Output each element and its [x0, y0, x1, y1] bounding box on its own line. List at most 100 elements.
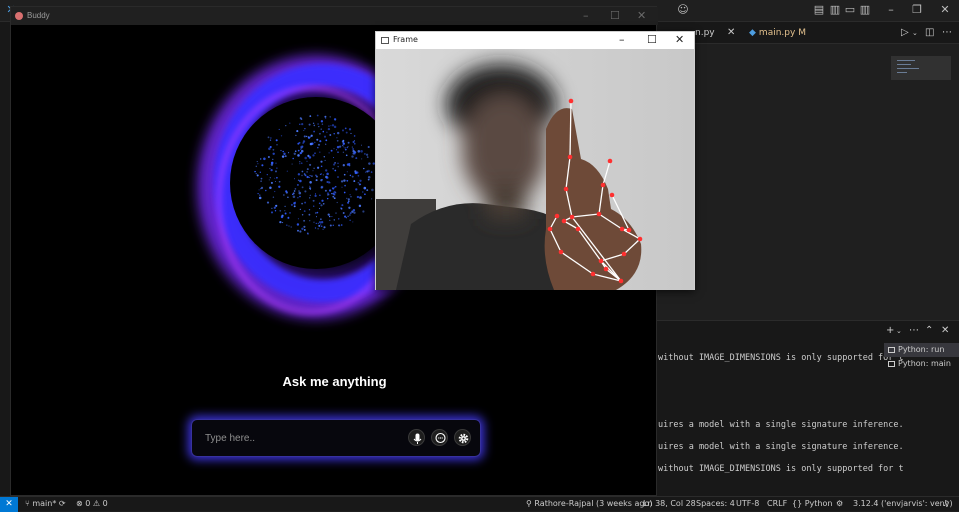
particle-dot [347, 146, 349, 148]
particle-dot [285, 224, 288, 227]
particle-dot [309, 185, 311, 187]
git-blame-status[interactable]: ⚲ Rathore-Rajpal (3 weeks ago) [526, 499, 652, 509]
particle-dot [303, 135, 306, 138]
particle-dot [300, 148, 302, 150]
particle-dot [307, 233, 309, 235]
chat-input-box [191, 419, 481, 457]
particle-dot [351, 155, 354, 158]
restore-icon[interactable]: ❐ [910, 4, 924, 16]
particle-dot [334, 169, 337, 172]
particle-dot [314, 227, 317, 229]
close-icon[interactable]: ✕ [938, 4, 952, 16]
particle-dot [270, 211, 274, 214]
particle-dot [340, 208, 343, 210]
minimap[interactable] [891, 56, 951, 80]
terminal-item-python-main[interactable]: Python: main [884, 357, 959, 371]
particle-dot [274, 177, 276, 179]
split-editor-icon[interactable]: ◫ [925, 22, 934, 44]
particle-dot [309, 174, 311, 177]
particle-dot [255, 165, 258, 168]
toggle-secondary-sidebar-icon[interactable]: ▥ [858, 4, 872, 16]
particle-dot [258, 196, 262, 200]
particle-dot [303, 219, 306, 222]
settings-icon [458, 433, 469, 444]
particle-dot [320, 173, 323, 175]
editor-area[interactable] [657, 45, 959, 320]
particle-dot [257, 163, 259, 165]
maximize-icon[interactable]: ☐ [647, 33, 657, 46]
minimize-icon[interactable]: – [884, 4, 898, 16]
microphone-button[interactable] [408, 429, 425, 446]
particle-dot [309, 220, 311, 222]
message-input[interactable] [205, 429, 395, 447]
run-icon[interactable]: ▷ [901, 22, 909, 44]
minimize-icon[interactable]: – [619, 33, 625, 46]
particle-dot [371, 188, 374, 192]
close-icon[interactable]: ✕ [675, 33, 684, 46]
particle-dot [365, 153, 369, 156]
particle-dot [362, 210, 365, 213]
account-icon[interactable]: ☺ [676, 4, 690, 16]
new-terminal-icon[interactable]: + [886, 325, 894, 336]
particle-dot [284, 205, 286, 208]
particle-dot [320, 120, 324, 123]
activity-bar [0, 22, 10, 496]
particle-dot [275, 204, 278, 207]
branch-status[interactable]: ⑂ main* ⟳ [25, 499, 66, 509]
particle-dot [326, 131, 328, 133]
particle-dot [314, 193, 317, 195]
close-icon[interactable]: ✕ [637, 9, 646, 22]
particle-dot [287, 196, 289, 199]
particle-dot [354, 170, 357, 173]
toggle-sidebar-icon[interactable]: ▥ [828, 4, 842, 16]
maximize-panel-icon[interactable]: ⌃ [925, 325, 933, 336]
particle-dot [322, 202, 325, 205]
terminal-item-label: Python: run [898, 345, 945, 354]
run-dropdown-icon[interactable]: ⌄ [912, 22, 918, 44]
cursor-position[interactable]: Ln 38, Col 28 [643, 499, 696, 509]
particle-dot [323, 155, 326, 158]
tab-main-py[interactable]: ◆ main.py M [749, 22, 806, 44]
terminal-item-python-run[interactable]: Python: run [884, 343, 959, 357]
more-actions-icon[interactable]: ⋯ [942, 22, 952, 44]
tab-label: n.py [695, 28, 715, 38]
particle-dot [352, 149, 355, 153]
remote-indicator-icon[interactable]: ✕ [0, 497, 18, 512]
indentation-status[interactable]: Spaces: 4 [696, 499, 735, 509]
tab-n-py[interactable]: n.py [695, 22, 715, 44]
landmark-point [561, 218, 567, 224]
particle-dot [304, 201, 307, 204]
particle-dot [337, 162, 339, 164]
particle-dot [331, 193, 333, 195]
problems-status[interactable]: ⊗ 0 ⚠ 0 [76, 499, 108, 509]
interpreter-status[interactable]: 3.12.4 ('envjarvis': venv) [853, 499, 953, 509]
particle-dot [299, 161, 301, 163]
particle-dot [274, 170, 278, 173]
particle-dot [344, 148, 347, 151]
particle-dot [359, 196, 362, 199]
particle-dot [349, 194, 351, 196]
window-title: Frame [393, 35, 418, 44]
maximize-icon[interactable]: ☐ [610, 9, 620, 22]
particle-dot [318, 224, 321, 227]
panel-more-icon[interactable]: ⋯ [909, 325, 919, 336]
notifications-icon[interactable]: ♫ [942, 499, 949, 509]
encoding-status[interactable]: UTF-8 [736, 499, 759, 509]
chat-button[interactable] [431, 429, 448, 446]
language-status[interactable]: {} Python [792, 499, 832, 509]
particle-dot [312, 205, 315, 207]
eol-status[interactable]: CRLF [767, 499, 787, 509]
minimize-icon[interactable]: – [583, 9, 589, 22]
particle-dot [299, 195, 301, 198]
particle-dot [361, 158, 363, 160]
close-panel-icon[interactable]: ✕ [941, 325, 949, 336]
layout-icon[interactable]: ▤ [812, 4, 826, 16]
particle-dot [338, 145, 342, 148]
tab-close-icon[interactable]: ✕ [727, 22, 735, 44]
settings-button[interactable] [454, 429, 471, 446]
particle-dot [315, 174, 317, 177]
terminal-dropdown-icon[interactable]: ⌄ [896, 327, 902, 335]
particle-dot [316, 211, 319, 214]
particle-dot [357, 175, 360, 177]
toggle-panel-icon[interactable]: ▭ [843, 4, 857, 16]
